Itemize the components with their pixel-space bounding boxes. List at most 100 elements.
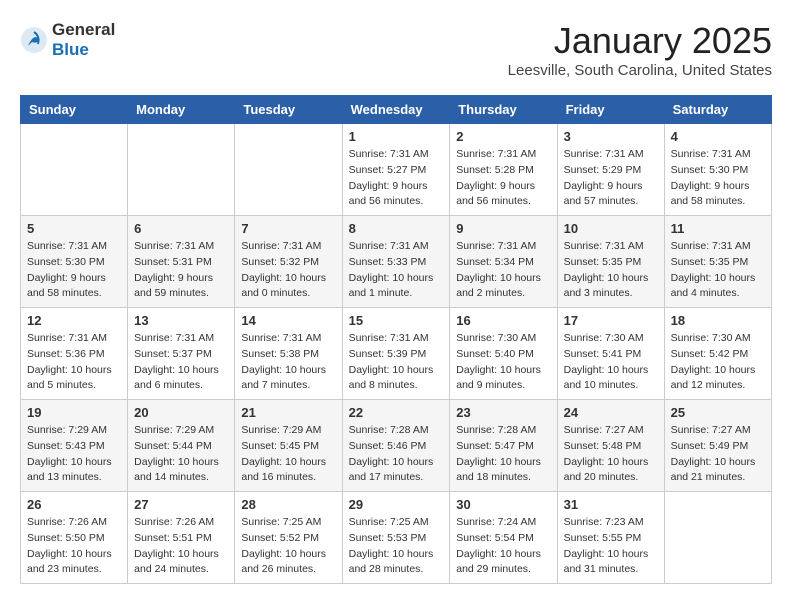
day-number: 27 xyxy=(134,497,228,512)
calendar-week-3: 12 Sunrise: 7:31 AMSunset: 5:36 PMDayligh… xyxy=(21,308,772,400)
calendar-table: SundayMondayTuesdayWednesdayThursdayFrid… xyxy=(20,95,772,584)
calendar-day-3: 3 Sunrise: 7:31 AMSunset: 5:29 PMDaylight… xyxy=(557,124,664,216)
day-number: 9 xyxy=(456,221,550,236)
day-info: Sunrise: 7:31 AMSunset: 5:32 PMDaylight:… xyxy=(241,239,335,302)
day-info: Sunrise: 7:24 AMSunset: 5:54 PMDaylight:… xyxy=(456,515,550,578)
day-number: 14 xyxy=(241,313,335,328)
day-info: Sunrise: 7:28 AMSunset: 5:47 PMDaylight:… xyxy=(456,423,550,486)
day-info: Sunrise: 7:31 AMSunset: 5:33 PMDaylight:… xyxy=(349,239,444,302)
day-number: 17 xyxy=(564,313,658,328)
day-number: 16 xyxy=(456,313,550,328)
day-info: Sunrise: 7:31 AMSunset: 5:27 PMDaylight:… xyxy=(349,147,444,210)
calendar-day-13: 13Sunrise: 7:31 AMSunset: 5:37 PMDayligh… xyxy=(128,308,235,400)
day-number: 21 xyxy=(241,405,335,420)
day-info: Sunrise: 7:31 AMSunset: 5:30 PMDaylight:… xyxy=(27,239,121,302)
day-info: Sunrise: 7:31 AMSunset: 5:34 PMDaylight:… xyxy=(456,239,550,302)
day-number: 2 xyxy=(456,129,550,144)
calendar-day-19: 19 Sunrise: 7:29 AMSunset: 5:43 PMDayligh… xyxy=(21,400,128,492)
day-number: 12 xyxy=(27,313,121,328)
day-number: 6 xyxy=(134,221,228,236)
calendar-day-17: 17 Sunrise: 7:30 AMSunset: 5:41 PMDayligh… xyxy=(557,308,664,400)
day-info: Sunrise: 7:31 AMSunset: 5:35 PMDaylight:… xyxy=(671,239,765,302)
calendar-day-24: 24 Sunrise: 7:27 AMSunset: 5:48 PMDayligh… xyxy=(557,400,664,492)
calendar-day-25: 25 Sunrise: 7:27 AMSunset: 5:49 PMDayligh… xyxy=(664,400,771,492)
day-info: Sunrise: 7:25 AMSunset: 5:52 PMDaylight:… xyxy=(241,515,335,578)
calendar-day-29: 29 Sunrise: 7:25 AMSunset: 5:53 PMDayligh… xyxy=(342,492,450,584)
day-info: Sunrise: 7:31 AMSunset: 5:31 PMDaylight:… xyxy=(134,239,228,302)
day-info: Sunrise: 7:23 AMSunset: 5:55 PMDaylight:… xyxy=(564,515,658,578)
day-info: Sunrise: 7:29 AMSunset: 5:44 PMDaylight:… xyxy=(134,423,228,486)
calendar-day-21: 21 Sunrise: 7:29 AMSunset: 5:45 PMDayligh… xyxy=(235,400,342,492)
day-info: Sunrise: 7:30 AMSunset: 5:40 PMDaylight:… xyxy=(456,331,550,394)
day-info: Sunrise: 7:27 AMSunset: 5:49 PMDaylight:… xyxy=(671,423,765,486)
day-info: Sunrise: 7:30 AMSunset: 5:42 PMDaylight:… xyxy=(671,331,765,394)
day-info: Sunrise: 7:31 AMSunset: 5:39 PMDaylight:… xyxy=(349,331,444,394)
calendar-day-31: 31 Sunrise: 7:23 AMSunset: 5:55 PMDayligh… xyxy=(557,492,664,584)
day-number: 4 xyxy=(671,129,765,144)
day-info: Sunrise: 7:31 AMSunset: 5:35 PMDaylight:… xyxy=(564,239,658,302)
day-info: Sunrise: 7:31 AMSunset: 5:30 PMDaylight:… xyxy=(671,147,765,210)
day-number: 13 xyxy=(134,313,228,328)
day-info: Sunrise: 7:28 AMSunset: 5:46 PMDaylight:… xyxy=(349,423,444,486)
day-number: 24 xyxy=(564,405,658,420)
day-info: Sunrise: 7:29 AMSunset: 5:43 PMDaylight:… xyxy=(27,423,121,486)
calendar-day-12: 12 Sunrise: 7:31 AMSunset: 5:36 PMDayligh… xyxy=(21,308,128,400)
day-number: 30 xyxy=(456,497,550,512)
day-header-monday: Monday xyxy=(128,96,235,124)
calendar-empty-cell xyxy=(21,124,128,216)
calendar-day-23: 23 Sunrise: 7:28 AMSunset: 5:47 PMDayligh… xyxy=(450,400,557,492)
day-header-tuesday: Tuesday xyxy=(235,96,342,124)
calendar-day-14: 14 Sunrise: 7:31 AMSunset: 5:38 PMDayligh… xyxy=(235,308,342,400)
calendar-day-20: 20Sunrise: 7:29 AMSunset: 5:44 PMDayligh… xyxy=(128,400,235,492)
day-info: Sunrise: 7:30 AMSunset: 5:41 PMDaylight:… xyxy=(564,331,658,394)
day-info: Sunrise: 7:31 AMSunset: 5:36 PMDaylight:… xyxy=(27,331,121,394)
day-number: 26 xyxy=(27,497,121,512)
day-header-sunday: Sunday xyxy=(21,96,128,124)
day-info: Sunrise: 7:31 AMSunset: 5:38 PMDaylight:… xyxy=(241,331,335,394)
day-number: 18 xyxy=(671,313,765,328)
calendar-day-6: 6 Sunrise: 7:31 AMSunset: 5:31 PMDaylight… xyxy=(128,216,235,308)
calendar-day-7: 7 Sunrise: 7:31 AMSunset: 5:32 PMDaylight… xyxy=(235,216,342,308)
day-header-friday: Friday xyxy=(557,96,664,124)
day-header-saturday: Saturday xyxy=(664,96,771,124)
day-number: 19 xyxy=(27,405,121,420)
calendar-day-26: 26Sunrise: 7:26 AMSunset: 5:50 PMDayligh… xyxy=(21,492,128,584)
calendar-day-30: 30 Sunrise: 7:24 AMSunset: 5:54 PMDayligh… xyxy=(450,492,557,584)
day-number: 23 xyxy=(456,405,550,420)
location: Leesville, South Carolina, United States xyxy=(508,62,772,79)
day-number: 15 xyxy=(349,313,444,328)
calendar-day-5: 5Sunrise: 7:31 AMSunset: 5:30 PMDaylight… xyxy=(21,216,128,308)
day-number: 25 xyxy=(671,405,765,420)
day-info: Sunrise: 7:31 AMSunset: 5:28 PMDaylight:… xyxy=(456,147,550,210)
calendar-day-8: 8 Sunrise: 7:31 AMSunset: 5:33 PMDaylight… xyxy=(342,216,450,308)
calendar-day-22: 22Sunrise: 7:28 AMSunset: 5:46 PMDayligh… xyxy=(342,400,450,492)
logo: General Blue xyxy=(20,20,115,60)
calendar-week-2: 5Sunrise: 7:31 AMSunset: 5:30 PMDaylight… xyxy=(21,216,772,308)
calendar-day-11: 11 Sunrise: 7:31 AMSunset: 5:35 PMDayligh… xyxy=(664,216,771,308)
day-number: 28 xyxy=(241,497,335,512)
day-info: Sunrise: 7:29 AMSunset: 5:45 PMDaylight:… xyxy=(241,423,335,486)
day-number: 11 xyxy=(671,221,765,236)
day-number: 7 xyxy=(241,221,335,236)
day-info: Sunrise: 7:25 AMSunset: 5:53 PMDaylight:… xyxy=(349,515,444,578)
calendar-day-2: 2 Sunrise: 7:31 AMSunset: 5:28 PMDaylight… xyxy=(450,124,557,216)
calendar-day-4: 4 Sunrise: 7:31 AMSunset: 5:30 PMDaylight… xyxy=(664,124,771,216)
day-number: 8 xyxy=(349,221,444,236)
day-number: 31 xyxy=(564,497,658,512)
calendar-header-row: SundayMondayTuesdayWednesdayThursdayFrid… xyxy=(21,96,772,124)
day-number: 29 xyxy=(349,497,444,512)
day-number: 3 xyxy=(564,129,658,144)
logo-text: General Blue xyxy=(52,20,115,60)
title-block: January 2025 Leesville, South Carolina, … xyxy=(508,20,772,79)
day-info: Sunrise: 7:27 AMSunset: 5:48 PMDaylight:… xyxy=(564,423,658,486)
page-header: General Blue January 2025 Leesville, Sou… xyxy=(20,20,772,79)
calendar-week-4: 19 Sunrise: 7:29 AMSunset: 5:43 PMDayligh… xyxy=(21,400,772,492)
calendar-day-16: 16 Sunrise: 7:30 AMSunset: 5:40 PMDayligh… xyxy=(450,308,557,400)
logo-icon xyxy=(20,26,48,54)
calendar-day-1: 1Sunrise: 7:31 AMSunset: 5:27 PMDaylight… xyxy=(342,124,450,216)
day-info: Sunrise: 7:31 AMSunset: 5:29 PMDaylight:… xyxy=(564,147,658,210)
calendar-day-18: 18 Sunrise: 7:30 AMSunset: 5:42 PMDayligh… xyxy=(664,308,771,400)
month-title: January 2025 xyxy=(508,20,772,62)
calendar-empty-cell xyxy=(128,124,235,216)
day-info: Sunrise: 7:26 AMSunset: 5:51 PMDaylight:… xyxy=(134,515,228,578)
